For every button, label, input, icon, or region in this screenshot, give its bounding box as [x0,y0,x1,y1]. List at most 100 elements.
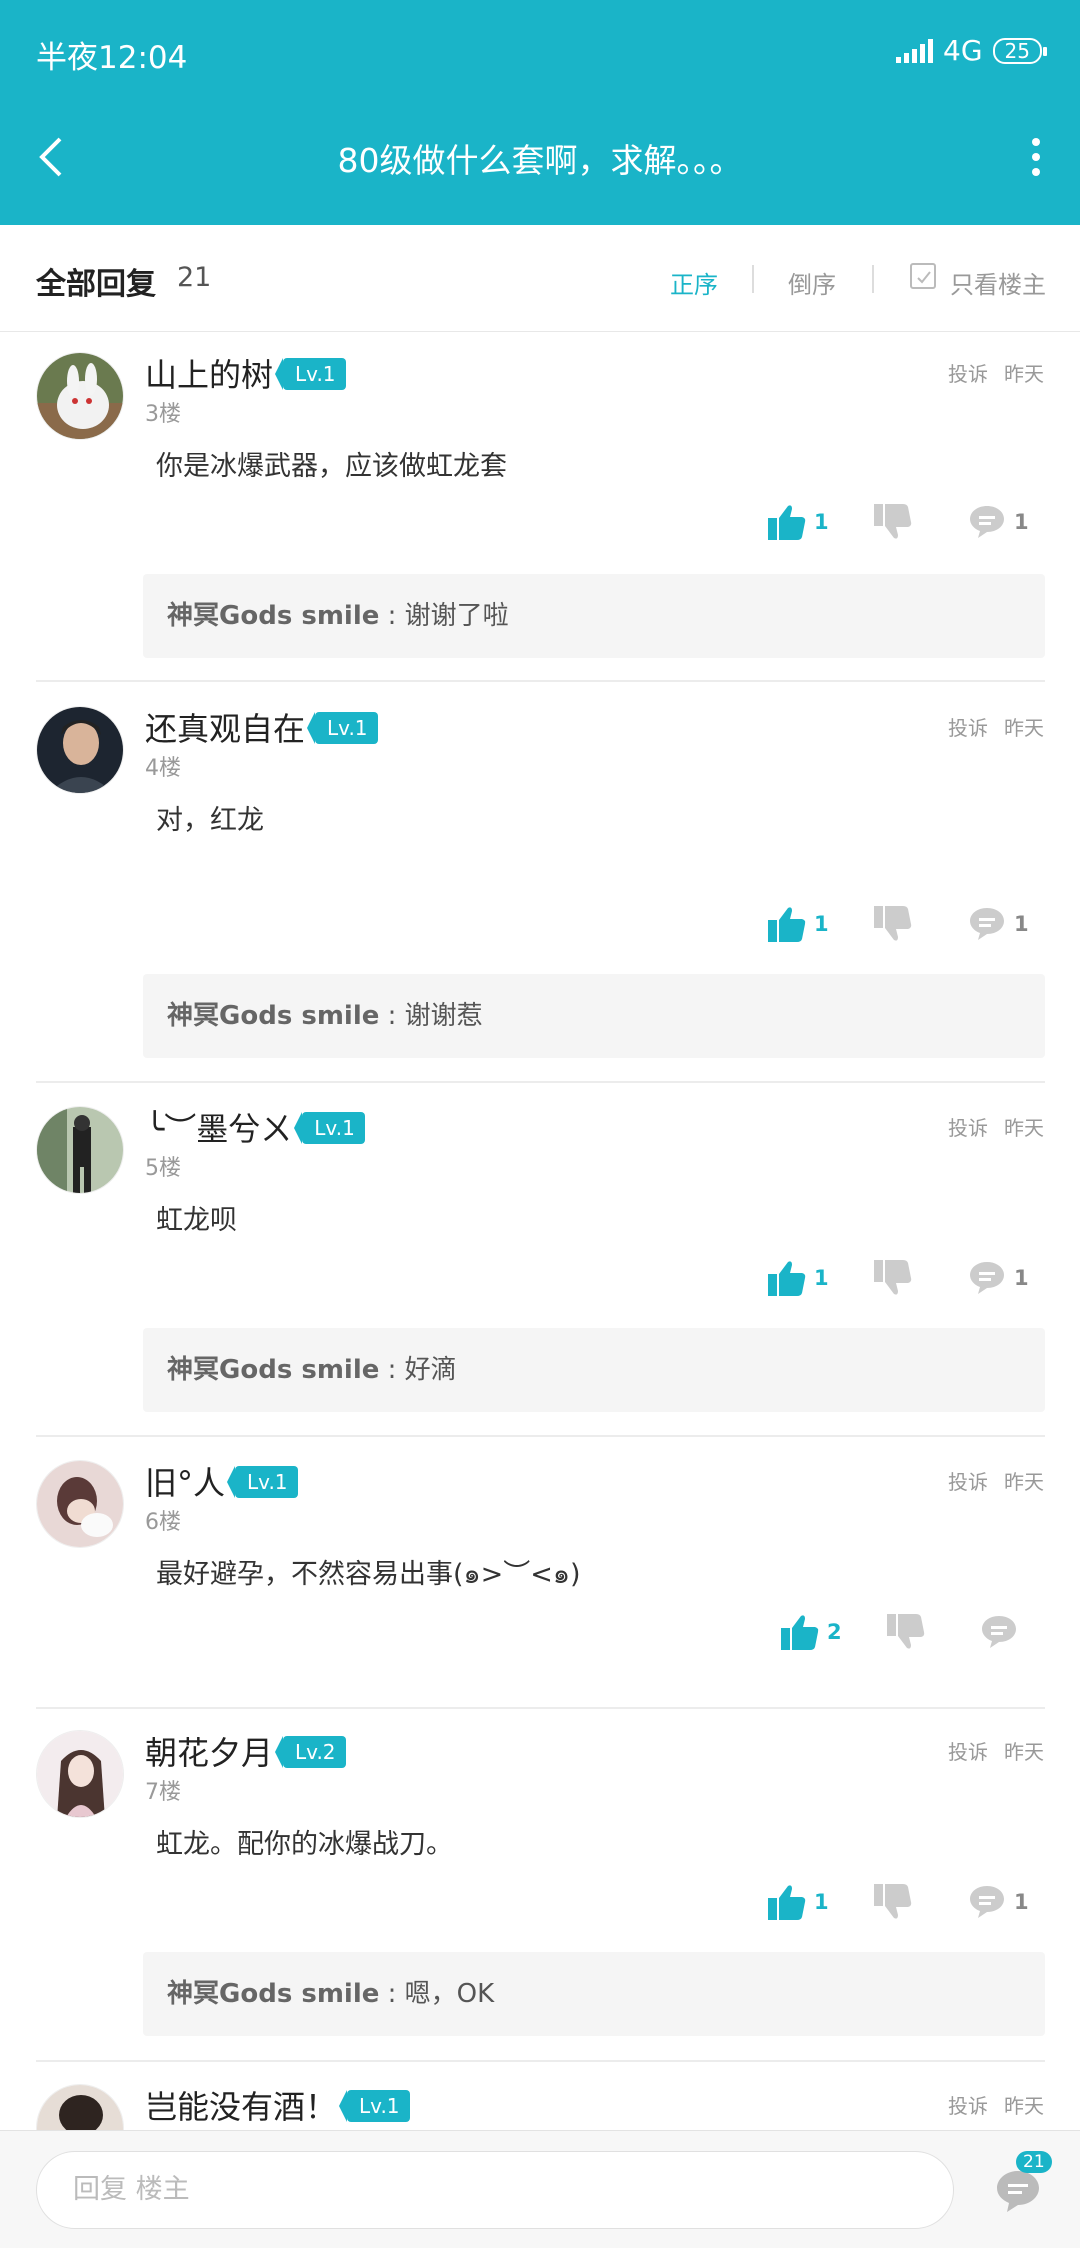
divider [36,1435,1045,1437]
level-badge: Lv.1 [294,1112,365,1144]
avatar[interactable] [36,1106,124,1194]
dislike-button[interactable] [874,1884,912,1920]
like-button[interactable]: 1 [768,1884,829,1920]
comment-count: 1 [1014,510,1029,534]
comment-icon [970,1886,1004,1918]
sub-reply-user[interactable]: 神冥Gods smile [167,1001,379,1031]
username[interactable]: 旧°人 Lv.1 [145,1458,298,1504]
sub-reply-user[interactable]: 神冥Gods smile [167,1355,379,1385]
avatar[interactable] [36,2084,124,2130]
comment-icon [970,506,1004,538]
like-count: 2 [827,1620,842,1644]
level-badge: Lv.1 [275,358,346,390]
post-meta: 投诉 昨天 [932,712,1044,741]
report-link[interactable]: 投诉 [948,2094,988,2118]
thumbs-down-icon [874,906,912,941]
avatar[interactable] [36,1730,124,1818]
post-content: 虹龙。配你的冰爆战刀。 [156,1829,453,1860]
username[interactable]: 还真观自在 Lv.1 [145,704,378,750]
report-link[interactable]: 投诉 [948,1470,988,1494]
level-badge: Lv.1 [339,2090,410,2122]
post-meta: 投诉 昨天 [932,358,1044,387]
divider [752,265,754,293]
avatar[interactable] [36,706,124,794]
username[interactable]: ╰︶墨兮ㄨ Lv.1 [145,1104,365,1150]
sub-reply-user[interactable]: 神冥Gods smile [167,601,379,631]
sub-reply-text: : 谢谢了啦 [379,601,509,631]
report-link[interactable]: 投诉 [948,1740,988,1764]
like-button[interactable]: 1 [768,906,829,942]
comment-icon [970,908,1004,940]
username[interactable]: 岂能没有酒！ Lv.1 [145,2082,410,2128]
comment-button[interactable]: 1 [968,906,1029,942]
comment-icon [970,1262,1004,1294]
comment-button[interactable]: 1 [968,504,1029,540]
sub-reply-text: : 好滴 [379,1355,457,1385]
like-button[interactable]: 2 [781,1614,842,1650]
comment-count: 1 [1014,912,1029,936]
comment-button[interactable] [980,1614,1018,1650]
post-time: 昨天 [1004,1116,1044,1140]
dislike-button[interactable] [874,504,912,540]
reply-post: 山上的树 Lv.1 3楼 投诉 昨天 你是冰爆武器，应该做虹龙套 1 1 神冥God… [0,332,1080,682]
sub-reply-user[interactable]: 神冥Gods smile [167,1979,379,2009]
level-badge: Lv.2 [275,1736,346,1768]
like-count: 1 [814,912,829,936]
thumbs-down-icon [874,1260,912,1295]
sub-reply[interactable]: 神冥Gods smile : 好滴 [143,1328,1045,1412]
post-meta: 投诉 昨天 [932,1466,1044,1495]
divider [36,680,1045,682]
reply-post: 还真观自在 Lv.1 4楼 投诉 昨天 对，红龙 1 1 神冥Gods smile … [0,686,1080,1086]
like-count: 1 [814,1266,829,1290]
more-icon[interactable] [1032,138,1040,176]
username[interactable]: 山上的树 Lv.1 [145,350,346,396]
divider [36,1081,1045,1083]
post-time: 昨天 [1004,1740,1044,1764]
post-content: 对，红龙 [156,805,264,836]
sub-reply[interactable]: 神冥Gods smile : 谢谢惹 [143,974,1045,1058]
post-content: 你是冰爆武器，应该做虹龙套 [156,451,507,482]
sub-reply[interactable]: 神冥Gods smile : 谢谢了啦 [143,574,1045,658]
report-link[interactable]: 投诉 [948,716,988,740]
comment-count: 1 [1014,1890,1029,1914]
only-op-toggle[interactable]: 只看楼主 [950,265,1046,300]
comment-button[interactable]: 1 [968,1260,1029,1296]
avatar[interactable] [36,1460,124,1548]
thumbs-down-icon [874,504,912,539]
divider [872,265,874,293]
comment-count: 1 [1014,1266,1029,1290]
comments-icon[interactable] [995,2169,1041,2213]
sort-descending-tab[interactable]: 倒序 [788,265,836,300]
reply-input[interactable]: 回复 楼主 [36,2151,954,2229]
floor-number: 6楼 [145,1510,181,1535]
post-actions: 1 1 [0,1884,1080,1928]
post-actions: 1 1 [0,906,1080,950]
report-link[interactable]: 投诉 [948,1116,988,1140]
reply-filter-bar: 全部回复 21 正序 倒序 只看楼主 [0,225,1080,332]
thumbs-down-icon [887,1614,925,1649]
post-meta: 投诉 昨天 [932,1736,1044,1765]
post-meta: 投诉 昨天 [932,2090,1044,2119]
like-button[interactable]: 1 [768,504,829,540]
report-link[interactable]: 投诉 [948,362,988,386]
like-button[interactable]: 1 [768,1260,829,1296]
comment-button[interactable]: 1 [968,1884,1029,1920]
sort-ascending-tab[interactable]: 正序 [670,265,718,300]
post-actions: 1 1 [0,504,1080,548]
sub-reply-text: : 谢谢惹 [379,1001,483,1031]
post-time: 昨天 [1004,2094,1044,2118]
dislike-button[interactable] [874,906,912,942]
thumbs-up-icon [768,907,806,942]
floor-number: 4楼 [145,756,181,781]
post-meta: 投诉 昨天 [932,1112,1044,1141]
thumbs-up-icon [768,505,806,540]
signal-icon [896,38,934,63]
username[interactable]: 朝花夕月 Lv.2 [145,1728,346,1774]
avatar[interactable] [36,352,124,440]
divider [36,1707,1045,1709]
post-actions: 2 [0,1614,1080,1658]
sub-reply[interactable]: 神冥Gods smile : 嗯，OK [143,1952,1045,2036]
dislike-button[interactable] [874,1260,912,1296]
checkbox-icon[interactable] [910,263,936,289]
dislike-button[interactable] [887,1614,925,1650]
